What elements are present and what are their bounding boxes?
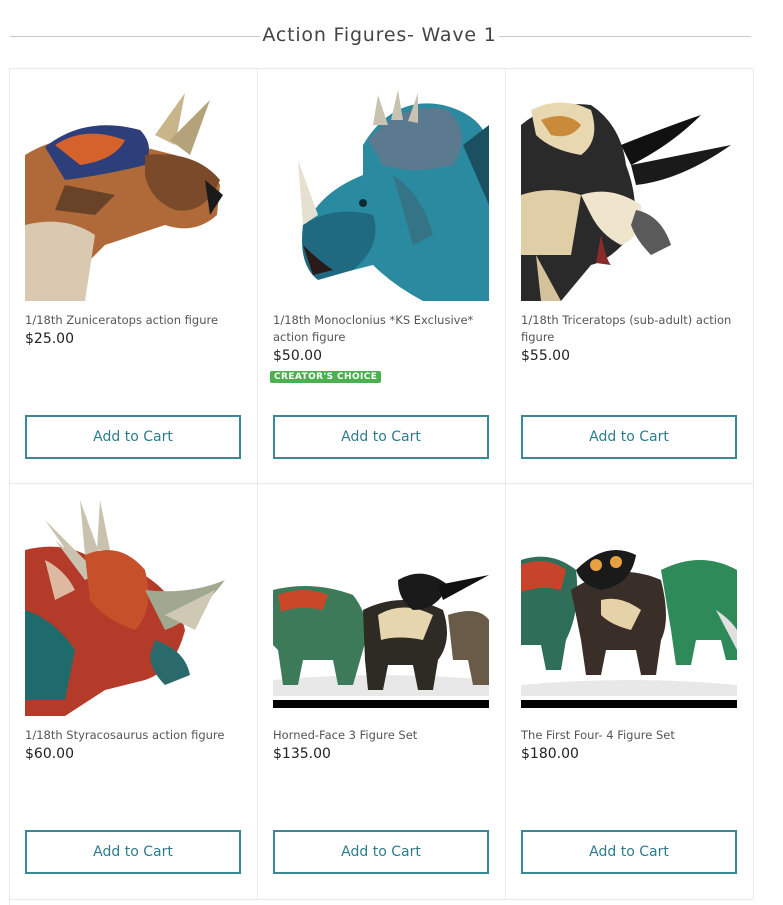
product-name[interactable]: The First Four- 4 Figure Set [521, 727, 739, 744]
add-to-cart-button[interactable]: Add to Cart [25, 415, 241, 459]
product-price: $25.00 [25, 331, 74, 347]
product-image-four-figure-set[interactable] [521, 500, 737, 716]
product-card: 1/18th Triceratops (sub-adult) action fi… [506, 68, 754, 484]
add-to-cart-button[interactable]: Add to Cart [273, 415, 489, 459]
product-card: The First Four- 4 Figure Set $180.00 Add… [506, 484, 754, 900]
product-card: 1/18th Zuniceratops action figure $25.00… [10, 68, 258, 484]
header-divider-left [10, 36, 260, 37]
triceratops-photo [521, 85, 737, 301]
product-name[interactable]: 1/18th Styracosaurus action figure [25, 727, 243, 744]
add-to-cart-button[interactable]: Add to Cart [521, 830, 737, 874]
product-image-three-figure-set[interactable] [273, 500, 489, 716]
product-card: 1/18th Styracosaurus action figure $60.0… [10, 484, 258, 900]
four-figure-set-photo [521, 500, 737, 716]
product-price: $55.00 [521, 348, 570, 364]
product-image-styracosaurus[interactable] [25, 500, 241, 716]
product-price: $50.00 [273, 348, 322, 364]
section-title: Action Figures- Wave 1 [262, 24, 497, 46]
three-figure-set-photo [273, 500, 489, 716]
styracosaurus-photo [25, 500, 241, 716]
product-name[interactable]: Horned-Face 3 Figure Set [273, 727, 491, 744]
product-card: 1/18th Monoclonius *KS Exclusive* action… [258, 68, 506, 484]
product-image-triceratops[interactable] [521, 85, 737, 301]
header-divider-right [499, 36, 751, 37]
product-name[interactable]: 1/18th Monoclonius *KS Exclusive* action… [273, 312, 491, 346]
zuniceratops-photo [25, 85, 241, 301]
add-to-cart-button[interactable]: Add to Cart [521, 415, 737, 459]
product-card: Horned-Face 3 Figure Set $135.00 Add to … [258, 484, 506, 900]
add-to-cart-button[interactable]: Add to Cart [273, 830, 489, 874]
product-price: $60.00 [25, 746, 74, 762]
section-header: Action Figures- Wave 1 [0, 0, 783, 68]
creators-choice-badge: CREATOR'S CHOICE [270, 371, 382, 383]
add-to-cart-button[interactable]: Add to Cart [25, 830, 241, 874]
product-name[interactable]: 1/18th Triceratops (sub-adult) action fi… [521, 312, 739, 346]
product-image-monoclonius[interactable] [273, 85, 489, 301]
product-image-zuniceratops[interactable] [25, 85, 241, 301]
product-grid: 1/18th Zuniceratops action figure $25.00… [9, 68, 754, 905]
product-price: $180.00 [521, 746, 579, 762]
product-name[interactable]: 1/18th Zuniceratops action figure [25, 312, 243, 329]
monoclonius-photo [273, 85, 489, 301]
product-price: $135.00 [273, 746, 331, 762]
